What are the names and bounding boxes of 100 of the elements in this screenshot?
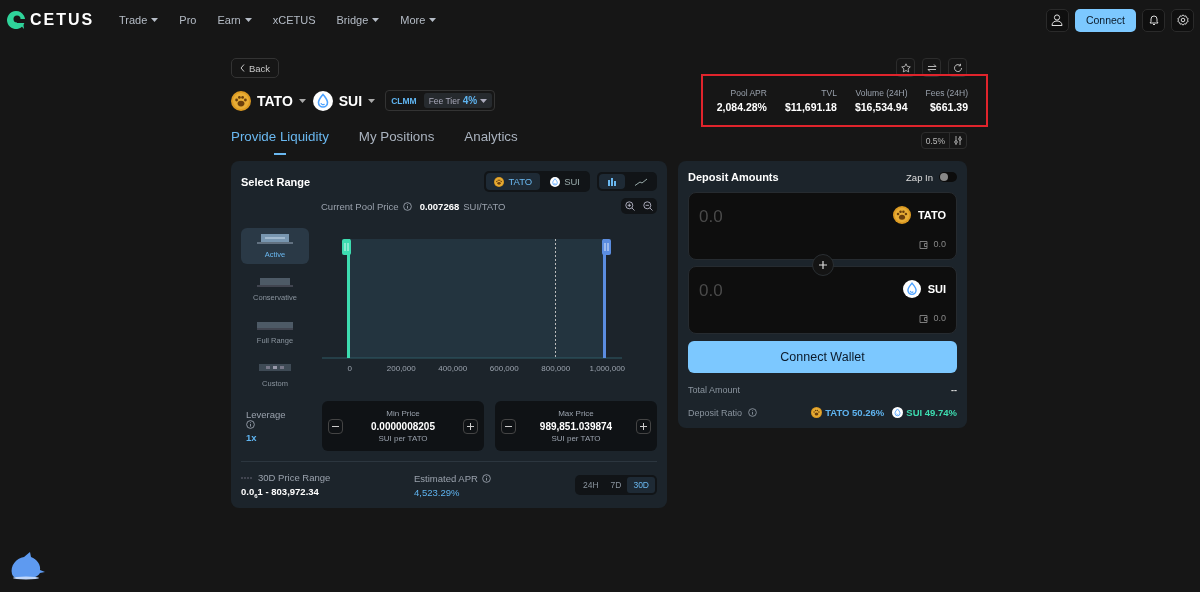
ratio-value: TATO 50.26%: [825, 407, 885, 418]
nav-link[interactable]: Trade: [119, 14, 159, 26]
paw-token-icon: [494, 176, 505, 187]
nav-link[interactable]: More: [400, 14, 437, 26]
card-title: Deposit Amounts: [688, 171, 779, 183]
favorite-button[interactable]: [896, 58, 915, 77]
minus-icon: [505, 425, 512, 427]
account-button[interactable]: [1045, 8, 1069, 32]
sliders-icon: [953, 135, 963, 146]
axis-tick-label: 400,000: [437, 364, 469, 373]
deposit-ratio-label: Deposit Ratio: [688, 407, 743, 418]
stat-label: Fees (24H): [925, 88, 968, 98]
token-symbol: SUI: [927, 283, 946, 295]
caret-icon: [429, 18, 437, 22]
zoom-out-icon: [643, 201, 653, 211]
caret-icon: [372, 18, 380, 22]
line-chart-icon: [635, 177, 647, 186]
nav-link[interactable]: xCETUS: [272, 14, 316, 26]
caret-icon: [151, 18, 159, 22]
price-value: 0.007268: [419, 200, 460, 212]
amount-field[interactable]: 0.0: [699, 277, 819, 305]
total-amount-label: Total Amount: [688, 385, 741, 395]
increase-button[interactable]: [636, 418, 651, 434]
connect-wallet-button[interactable]: Connect Wallet: [688, 341, 957, 373]
caret-icon: [298, 98, 306, 103]
back-button[interactable]: Back: [231, 58, 280, 78]
refresh-button[interactable]: [948, 58, 967, 77]
paw-token-icon: [811, 407, 823, 418]
swap-button[interactable]: [922, 58, 941, 77]
range-preset-icon: [257, 363, 293, 373]
price-bound-value: 989,851.039874: [539, 421, 613, 432]
minus-icon: [332, 425, 339, 427]
nav-link[interactable]: Bridge: [336, 14, 380, 26]
drop-token-icon: [312, 90, 333, 111]
refresh-icon: [952, 62, 963, 73]
price-bound-label: Min Price: [385, 409, 421, 418]
wallet-icon: [919, 239, 930, 249]
decrease-button[interactable]: [328, 418, 343, 434]
leverage-value: 1x: [246, 432, 258, 443]
dashed-line-icon: [241, 476, 253, 479]
drop-token-icon: [550, 176, 561, 187]
stat-value: $16,534.94: [854, 101, 908, 113]
fee-tier-selector[interactable]: Fee Tier 4%: [423, 93, 493, 108]
ratio-value: SUI 49.74%: [906, 407, 957, 418]
min-price-handle[interactable]: [342, 239, 351, 358]
stat-label: TVL: [820, 88, 837, 98]
token-toggle[interactable]: SUI: [542, 173, 588, 190]
nav-link[interactable]: Pro: [179, 14, 197, 26]
caret-icon: [244, 18, 252, 22]
swap-icon: [926, 62, 937, 73]
period-option[interactable]: 7D: [604, 477, 628, 494]
wallet-balance: 0.0: [933, 239, 946, 249]
range-preset-icon: [257, 277, 293, 287]
axis-tick-label: 200,000: [385, 364, 417, 373]
tab[interactable]: Analytics: [464, 129, 518, 155]
range-preset-icon: [257, 234, 293, 244]
zap-in-label: Zap In: [906, 171, 933, 183]
bar-chart-icon: [607, 177, 617, 186]
leverage-label: Leverage: [246, 409, 286, 420]
settings-button[interactable]: [1171, 8, 1194, 32]
plus-icon: [467, 422, 474, 430]
period-option[interactable]: 24H: [576, 477, 605, 494]
stat-value: $661.39: [929, 101, 968, 113]
total-amount-value: --: [951, 385, 957, 395]
price-bound-label: Max Price: [557, 409, 595, 418]
decrease-button[interactable]: [501, 418, 516, 434]
axis-tick-label: 800,000: [540, 364, 572, 373]
paw-token-icon: [231, 90, 251, 111]
nav-link[interactable]: Earn: [217, 14, 252, 26]
token-selector[interactable]: TATO: [231, 90, 306, 111]
stat-value: $11,691.18: [784, 101, 837, 113]
paw-token-icon: [892, 206, 911, 224]
amount-field[interactable]: 0.0: [699, 203, 819, 231]
info-icon: [402, 201, 412, 211]
axis-tick-label: 0: [346, 364, 353, 373]
tab[interactable]: My Positions: [358, 129, 435, 155]
apr-label: Estimated APR: [414, 472, 478, 484]
info-icon: [481, 473, 491, 483]
bell-icon: [1147, 14, 1160, 26]
token-selector[interactable]: SUI: [312, 90, 376, 111]
zoom-in-icon: [625, 201, 635, 211]
stat-value: 2,084.28%: [716, 101, 767, 113]
increase-button[interactable]: [463, 418, 478, 434]
zap-in-toggle[interactable]: [939, 172, 957, 182]
connect-button[interactable]: Connect: [1074, 8, 1136, 32]
chart-type-toggle[interactable]: [599, 174, 625, 189]
range-preset-icon: [257, 320, 293, 330]
price-bound-unit: SUI per TATO: [550, 434, 602, 443]
max-price-handle[interactable]: [602, 239, 611, 358]
chevron-left-icon: [240, 64, 245, 72]
tab[interactable]: Provide Liquidity: [231, 129, 329, 155]
period-option[interactable]: 30D: [627, 477, 655, 494]
wallet-icon: [919, 313, 930, 323]
price-bound-value: 0.0000008205: [371, 421, 435, 432]
apr-value: 4,523.29%: [414, 486, 461, 498]
token-toggle[interactable]: TATO: [486, 173, 541, 190]
axis-tick-label: 1,000,000: [588, 364, 627, 373]
notifications-button[interactable]: [1142, 8, 1165, 32]
info-icon: [246, 420, 255, 429]
info-icon: [748, 408, 758, 417]
